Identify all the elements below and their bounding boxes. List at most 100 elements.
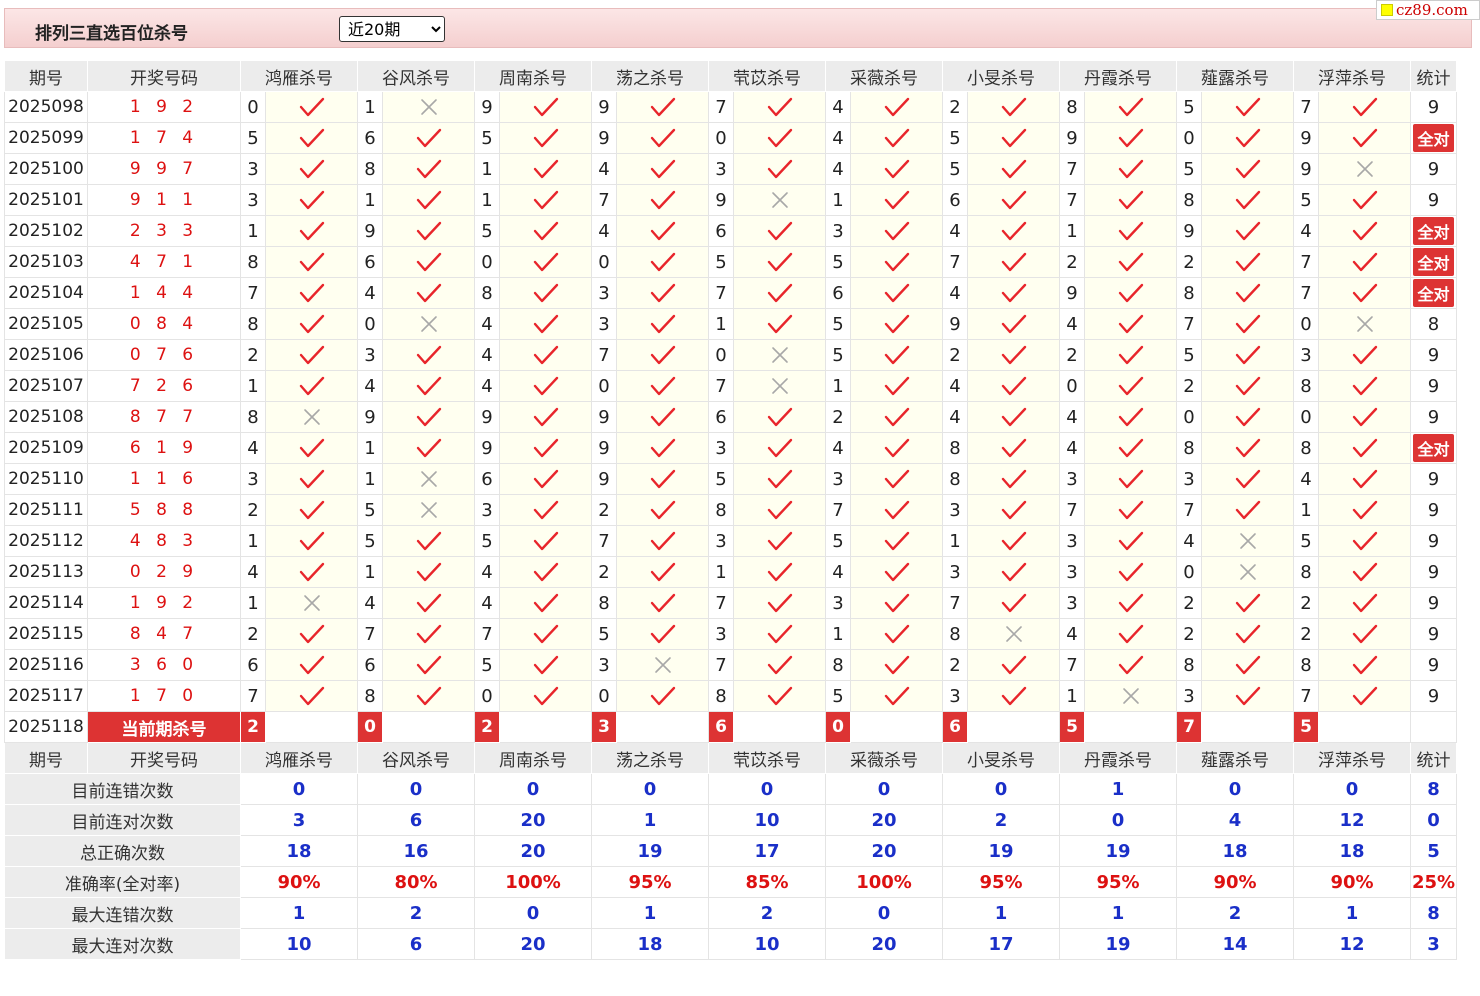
period-cell: 2025113 (4, 556, 88, 588)
check-icon (850, 525, 943, 557)
check-icon (967, 277, 1060, 309)
check-icon (850, 246, 943, 278)
kill-number-cell: 1 (240, 215, 266, 247)
kill-number-cell: 7 (825, 494, 851, 526)
check-icon (850, 91, 943, 123)
check-icon (967, 122, 1060, 154)
col-header-expert: 丹霞杀号 (1059, 742, 1177, 774)
check-icon (1318, 370, 1411, 402)
kill-number-cell: 3 (474, 494, 500, 526)
check-icon (1084, 308, 1177, 340)
kill-number-cell: 8 (1293, 432, 1319, 464)
kill-number-cell: 4 (474, 370, 500, 402)
col-header-expert: 浮萍杀号 (1293, 742, 1411, 774)
kill-number-cell: 8 (240, 246, 266, 278)
kill-number-cell: 7 (1176, 494, 1202, 526)
kill-number-cell: 4 (240, 432, 266, 464)
stats-value: 20 (474, 835, 592, 867)
col-header-expert: 茕苡杀号 (708, 60, 826, 92)
kill-number-cell: 1 (474, 184, 500, 216)
check-icon (382, 339, 475, 371)
kill-number-cell: 2 (942, 91, 968, 123)
stats-total: 0 (1410, 804, 1457, 836)
check-icon (1318, 277, 1411, 309)
table-row: 2025101 9 1 131179167859 (4, 184, 1457, 216)
kill-number-cell: 7 (474, 618, 500, 650)
check-icon (1201, 649, 1294, 681)
check-icon (850, 494, 943, 526)
kill-number-cell: 1 (240, 525, 266, 557)
check-icon (850, 556, 943, 588)
check-icon (733, 649, 826, 681)
kill-number-cell: 7 (708, 277, 734, 309)
stat-cell: 全对 (1410, 122, 1457, 154)
stats-total: 8 (1410, 773, 1457, 805)
stats-value: 1 (1293, 897, 1411, 929)
stats-value: 0 (474, 897, 592, 929)
stats-value: 20 (825, 804, 943, 836)
table-row: 2025104 1 4 4 7 4 8 3 7 6 4 9 8 7 全对 (4, 277, 1457, 309)
draw-number-cell: 9 1 1 (87, 184, 241, 216)
current-kill-number: 5 (1059, 711, 1085, 743)
kill-number-cell: 4 (942, 370, 968, 402)
stats-value: 20 (825, 835, 943, 867)
kill-number-cell: 8 (1059, 91, 1085, 123)
header-row: 期号 开奖号码 鸿雁杀号 谷风杀号 周南杀号 荡之杀号 茕苡杀号 采薇杀号 小旻杀号 丹霞杀号 薤露… (4, 742, 1457, 774)
kill-number-cell: 8 (1176, 277, 1202, 309)
kill-number-cell: 3 (591, 649, 617, 681)
period-cell: 2025117 (4, 680, 88, 712)
kill-number-cell: 5 (1293, 525, 1319, 557)
kill-number-cell: 8 (1176, 649, 1202, 681)
all-correct-badge: 全对 (1413, 217, 1454, 245)
check-icon (265, 525, 358, 557)
kill-number-cell: 7 (1059, 153, 1085, 185)
check-icon (265, 153, 358, 185)
kill-number-cell: 2 (825, 401, 851, 433)
current-kill-blank (850, 711, 943, 743)
current-kill-label: 当前期杀号 (87, 711, 241, 743)
check-icon (499, 277, 592, 309)
current-kill-blank (616, 711, 709, 743)
check-icon (616, 184, 709, 216)
kill-number-cell: 0 (708, 122, 734, 154)
draw-number-cell: 0 8 4 (87, 308, 241, 340)
check-icon (1201, 401, 1294, 433)
table-row: 2025107 7 2 614407140289 (4, 370, 1457, 402)
check-icon (1084, 122, 1177, 154)
kill-number-cell: 2 (240, 618, 266, 650)
period-select[interactable]: 近20期 (339, 16, 445, 42)
check-icon (850, 401, 943, 433)
check-icon (1201, 308, 1294, 340)
check-icon (382, 215, 475, 247)
col-header-expert: 周南杀号 (474, 60, 592, 92)
current-kill-number: 2 (240, 711, 266, 743)
stats-value: 0 (825, 773, 943, 805)
check-icon (616, 339, 709, 371)
kill-number-cell: 8 (1293, 556, 1319, 588)
stat-cell: 9 (1410, 339, 1457, 371)
check-icon (616, 277, 709, 309)
check-icon (382, 525, 475, 557)
kill-number-cell: 4 (357, 587, 383, 619)
stat-cell: 9 (1410, 153, 1457, 185)
check-icon (733, 525, 826, 557)
period-cell: 2025106 (4, 339, 88, 371)
period-cell: 2025105 (4, 308, 88, 340)
kill-number-cell: 8 (357, 153, 383, 185)
kill-number-cell: 3 (825, 587, 851, 619)
kill-number-cell: 5 (942, 153, 968, 185)
stat-cell: 9 (1410, 370, 1457, 402)
check-icon (967, 587, 1060, 619)
site-logo[interactable]: cz89.com (1376, 0, 1480, 20)
col-header-draw: 开奖号码 (87, 742, 241, 774)
check-icon (733, 277, 826, 309)
current-kill-number: 6 (708, 711, 734, 743)
check-icon (1318, 215, 1411, 247)
kill-number-cell: 4 (474, 339, 500, 371)
check-icon (1084, 494, 1177, 526)
stats-value: 1 (1059, 773, 1177, 805)
table-row: 2025108 8 7 78 9 9 9 6 2 4 4 0 0 9 (4, 401, 1457, 433)
check-icon (616, 91, 709, 123)
stats-value: 17 (942, 928, 1060, 960)
kill-number-cell: 1 (708, 556, 734, 588)
